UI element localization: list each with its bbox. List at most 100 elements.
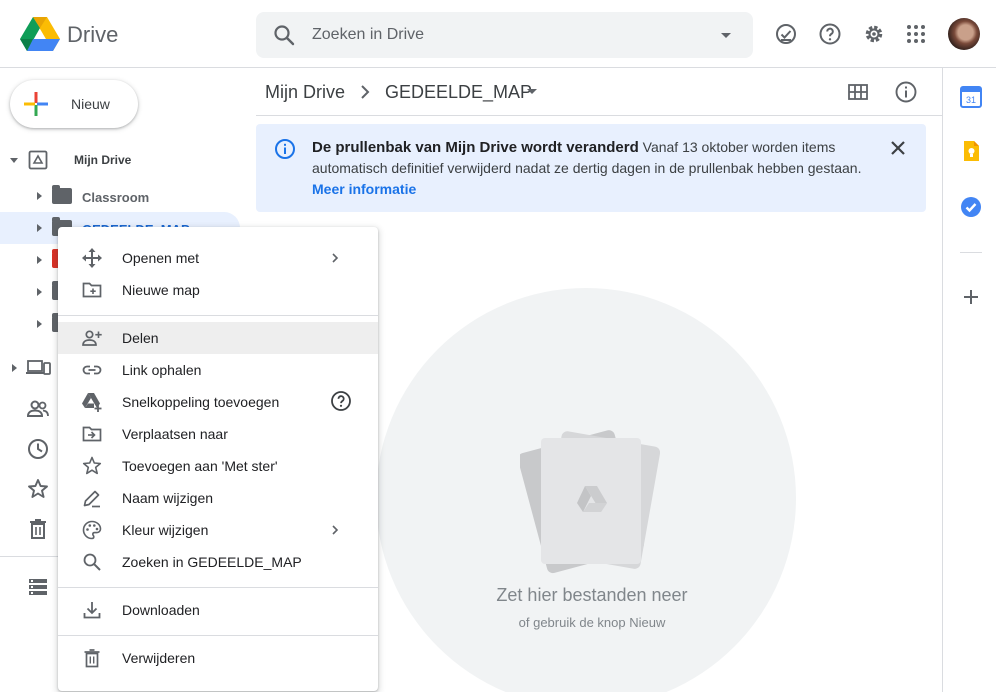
menu-divider [58,635,378,636]
empty-state-subtitle: of gebruik de knop Nieuw [518,615,666,630]
menu-item-rename[interactable]: Naam wijzigen [58,482,378,514]
shared-with-me-icon[interactable] [26,397,50,421]
move-icon [82,248,102,268]
menu-item-label: Delen [122,330,159,346]
expand-arrow-icon[interactable] [37,320,42,328]
add-person-icon [82,330,102,346]
menu-item-label: Kleur wijzigen [122,522,209,538]
settings-gear-icon[interactable] [862,22,886,46]
collapse-arrow-icon[interactable] [10,158,18,163]
menu-item-label: Verplaatsen naar [122,426,228,442]
calendar-icon[interactable]: 31 [960,86,982,108]
chevron-right-icon [332,253,339,263]
menu-item-share[interactable]: Delen [58,322,378,354]
apps-grid-icon[interactable] [904,22,928,46]
menu-item-move-to[interactable]: Verplaatsen naar [58,418,378,450]
folder-icon [52,185,72,204]
menu-item-label: Naam wijzigen [122,490,214,506]
drop-files-illustration [520,430,660,574]
menu-item-label: Openen met [122,250,200,266]
breadcrumb-dropdown-icon[interactable] [527,89,537,94]
menu-item-download[interactable]: Downloaden [58,594,378,626]
expand-arrow-icon[interactable] [37,256,42,264]
side-panel-rail: 31 [942,68,996,692]
menu-item-label: Zoeken in GEDEELDE_MAP [122,554,302,570]
help-icon[interactable] [818,22,842,46]
banner-text: De prullenbak van Mijn Drive wordt veran… [312,137,882,200]
ready-offline-icon[interactable] [774,22,798,46]
link-icon [82,365,102,375]
menu-divider [58,587,378,588]
new-button[interactable]: Nieuw [10,80,138,128]
menu-item-new-folder[interactable]: Nieuwe map [58,274,378,306]
menu-item-add-to-starred[interactable]: Toevoegen aan 'Met ster' [58,450,378,482]
sidebar-item-label: Mijn Drive [74,153,132,167]
menu-item-search-in-folder[interactable]: Zoeken in GEDEELDE_MAP [58,546,378,578]
trash-icon [84,649,100,668]
menu-item-change-color[interactable]: Kleur wijzigen [58,514,378,546]
storage-icon[interactable] [26,575,50,599]
calendar-day: 31 [966,95,976,105]
menu-divider [58,315,378,316]
new-button-label: Nieuw [71,96,110,112]
keep-icon[interactable] [960,140,982,162]
sidebar-folder-classroom[interactable]: Classroom [0,180,240,212]
sidebar-item-label: Classroom [82,190,150,205]
sidebar-item-my-drive[interactable]: Mijn Drive [0,144,240,176]
sidebar-item-computers[interactable] [0,352,60,384]
info-icon[interactable] [894,80,918,104]
menu-item-label: Nieuwe map [122,282,200,298]
pencil-icon [83,490,100,508]
account-avatar[interactable] [948,18,980,50]
info-icon [275,139,295,159]
new-folder-icon [82,282,102,298]
drive-logo-icon[interactable] [20,16,60,52]
trash-icon[interactable] [26,517,50,541]
grid-view-icon[interactable] [846,81,870,103]
brand-name[interactable]: Drive [67,22,118,48]
search-bar[interactable] [256,12,753,58]
menu-item-add-shortcut[interactable]: Snelkoppeling toevoegen [58,386,378,418]
header: Drive [0,0,996,68]
expand-arrow-icon[interactable] [37,192,42,200]
starred-star-icon[interactable] [26,477,50,501]
chevron-right-icon [332,525,339,535]
menu-item-label: Link ophalen [122,362,202,378]
search-icon [83,553,101,571]
menu-item-delete[interactable]: Verwijderen [58,642,378,674]
expand-arrow-icon[interactable] [37,224,42,232]
toolbar-divider [256,115,942,116]
move-to-icon [82,426,102,442]
chevron-right-icon [361,85,370,99]
trash-policy-banner: De prullenbak van Mijn Drive wordt veran… [256,124,926,212]
palette-icon [82,520,102,540]
help-icon[interactable] [330,390,352,412]
star-icon [82,456,102,475]
menu-item-label: Snelkoppeling toevoegen [122,394,280,410]
close-icon[interactable] [888,138,908,158]
search-input[interactable] [312,21,692,49]
download-icon [83,602,101,619]
add-addon-plus-icon[interactable] [960,286,982,308]
context-menu: Openen met Nieuwe map Delen Link ophalen [58,227,378,691]
breadcrumb-current[interactable]: GEDEELDE_MAP [385,82,532,103]
rail-divider [960,252,982,253]
menu-item-label: Toevoegen aan 'Met ster' [122,458,278,474]
menu-item-label: Downloaden [122,602,200,618]
expand-arrow-icon[interactable] [12,364,17,372]
search-options-dropdown-icon[interactable] [714,23,738,47]
computers-icon [26,360,51,375]
menu-item-get-link[interactable]: Link ophalen [58,354,378,386]
shortcut-icon [82,393,102,412]
tasks-icon[interactable] [960,196,982,218]
banner-more-info-link[interactable]: Meer informatie [312,181,416,197]
menu-item-label: Verwijderen [122,650,196,666]
plus-icon [24,92,48,116]
search-icon[interactable] [272,23,296,47]
empty-state-title: Zet hier bestanden neer [496,585,688,605]
expand-arrow-icon[interactable] [37,288,42,296]
my-drive-icon [28,150,48,170]
menu-item-open-with[interactable]: Openen met [58,242,378,274]
recent-clock-icon[interactable] [26,437,50,461]
breadcrumb-root[interactable]: Mijn Drive [265,82,345,103]
